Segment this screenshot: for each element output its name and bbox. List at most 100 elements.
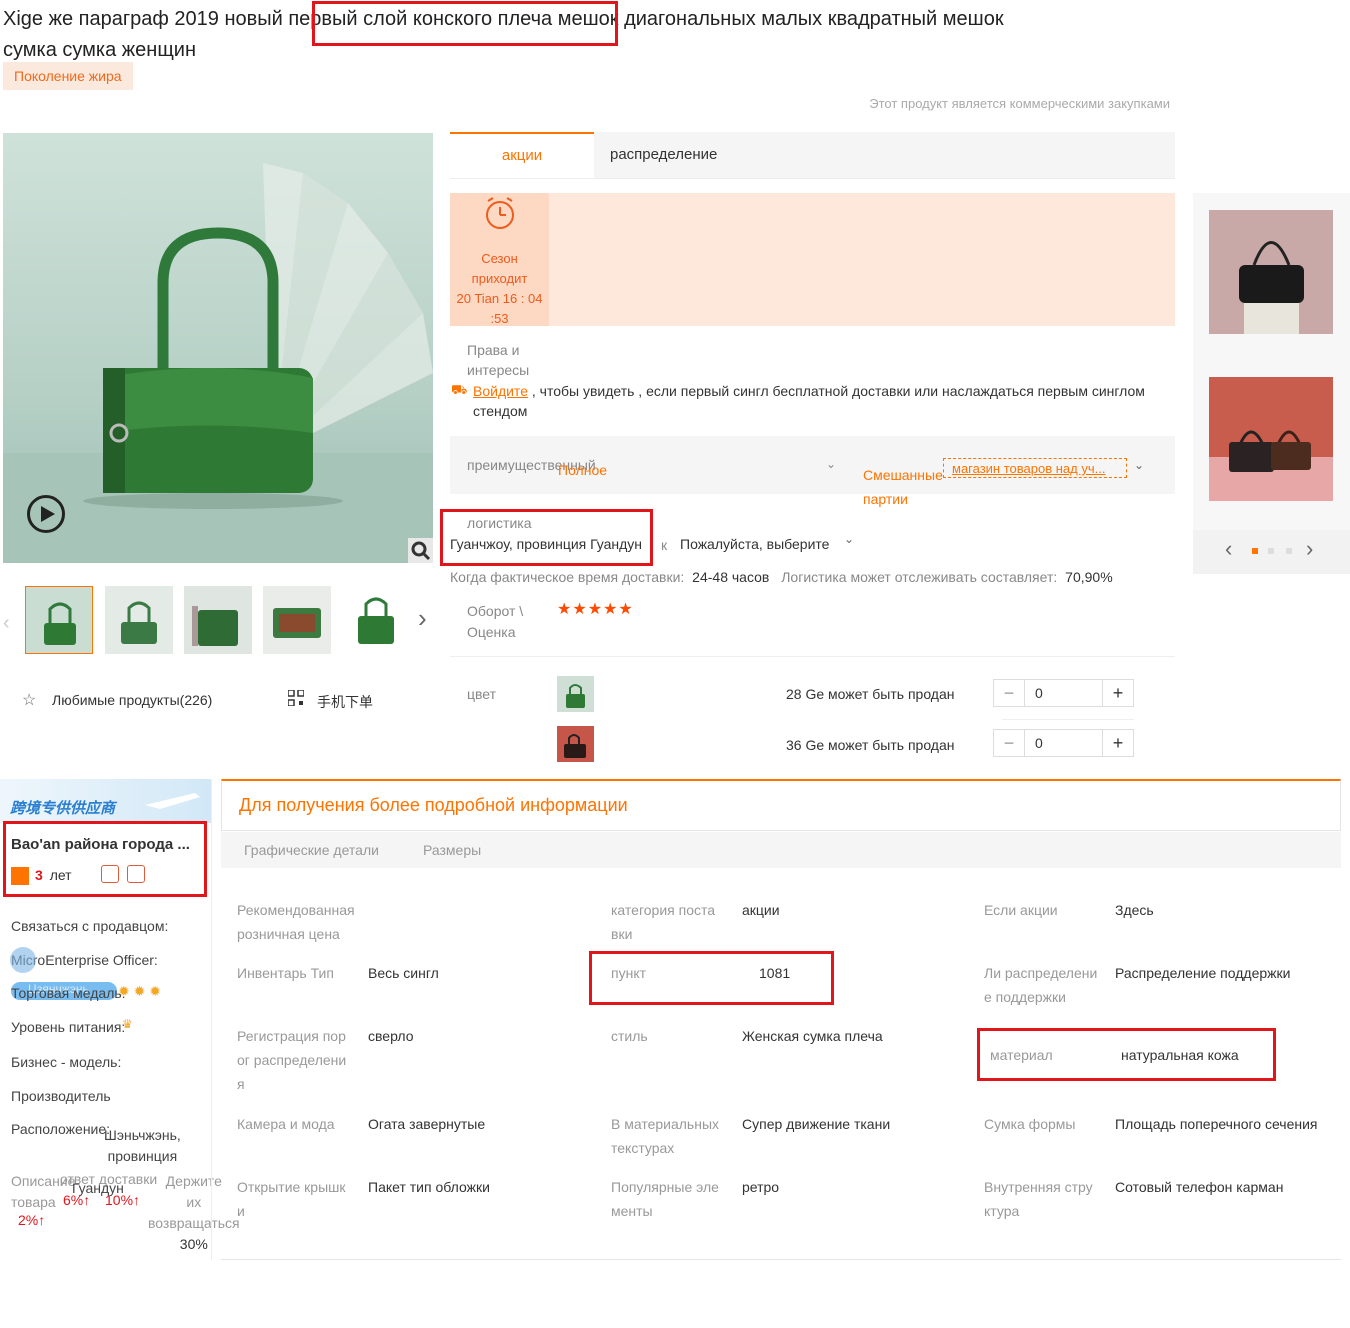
attr-label-popular-elements: Популярные эле менты — [611, 1179, 719, 1219]
mixed-batches-1: Смешанные — [863, 467, 943, 483]
subtab-sizes[interactable]: Размеры — [423, 842, 481, 858]
quantity-input-brown[interactable]: 0 — [1024, 730, 1103, 756]
rights-label-2: интересы — [467, 362, 530, 378]
pager-dot[interactable] — [1286, 548, 1292, 554]
rating-label: Оборот \ Оценка — [467, 601, 523, 643]
logistics-to-word: к — [661, 537, 668, 553]
attr-label-inventory-type: Инвентарь Тип — [237, 965, 334, 981]
location-value: Шэньчжэнь, провинция — [104, 1125, 181, 1167]
business-model-value: Производитель — [11, 1088, 111, 1104]
thumbnail-4[interactable] — [263, 586, 331, 654]
promo-banner: Сезон приходит 20 Tian 16 : 04 :53 — [450, 193, 1175, 326]
thumbnail-3[interactable] — [184, 586, 252, 654]
plus-icon[interactable]: + — [1103, 680, 1133, 706]
rights-label-1: Права и — [467, 342, 520, 358]
mixed-batches-2: партии — [863, 491, 908, 507]
ship2-stat-value: 10%↑ — [105, 1192, 141, 1208]
stock-brown: 36 Ge может быть продан — [786, 737, 955, 753]
favorites-link[interactable]: Любимые продукты(226) — [52, 692, 212, 708]
pager-next-icon[interactable]: › — [1306, 536, 1313, 562]
seller-banner: 跨境专供供应商 — [0, 779, 211, 823]
attr-label-registration: Регистрация пор ог распределени я — [237, 1028, 347, 1092]
play-video-icon[interactable] — [27, 495, 65, 533]
delivery-info: Когда фактическое время доставки: 24-48 … — [450, 569, 1113, 585]
highlight-box-item — [589, 951, 834, 1005]
desc-stat-value: 2%↑ — [18, 1212, 46, 1228]
details-heading: Для получения более подробной информации — [239, 795, 628, 815]
attr-value-if-promo: Здесь — [1115, 902, 1154, 918]
destination-chevron-down-icon[interactable]: ⌄ — [844, 532, 854, 546]
power-level-label: Уровень питания: — [11, 1019, 126, 1035]
promo-line-1: Сезон — [481, 251, 518, 266]
store-select[interactable]: магазин товаров над уч... — [943, 458, 1127, 478]
offer-tabs: акции распределение — [450, 132, 1175, 179]
attr-value-inventory-type: Весь сингл — [368, 965, 439, 981]
quantity-input-green[interactable]: 0 — [1024, 680, 1103, 706]
related-image-1[interactable] — [1209, 210, 1333, 334]
color-swatch-green[interactable] — [557, 676, 594, 712]
quantity-stepper-brown[interactable]: − 0 + — [993, 729, 1134, 757]
zoom-search-icon[interactable] — [408, 538, 433, 563]
subtab-graphic-details[interactable]: Графические детали — [244, 842, 379, 858]
tab-distribution[interactable]: распределение — [610, 132, 717, 178]
tracking-label: Логистика может отслеживать составляет: — [781, 569, 1058, 585]
location-value-1: Шэньчжэнь, — [104, 1127, 181, 1143]
rating-stars: ★★★★★ — [557, 601, 634, 618]
rights-text: Войдите , чтобы увидеть , если первый си… — [473, 381, 1173, 421]
highlight-box-material — [977, 1028, 1276, 1081]
thumb-prev-icon[interactable]: ‹ — [3, 612, 10, 635]
delivery-value: 24-48 часов — [692, 569, 770, 585]
business-model-label: Бизнес - модель: — [11, 1054, 122, 1070]
color-swatch-brown[interactable] — [557, 726, 594, 762]
attr-label-distribution-support: Ли распределени е поддержки — [984, 965, 1098, 1005]
quantity-stepper-green[interactable]: − 0 + — [993, 679, 1134, 707]
tab-promotions[interactable]: акции — [450, 132, 594, 178]
highlight-box-seller — [3, 821, 207, 897]
seller-panel: 跨境专供供应商 Bao'an района города ... 3 лет С… — [0, 779, 240, 1259]
highlight-box-title — [312, 1, 618, 46]
attr-value-registration: сверло — [368, 1028, 414, 1044]
chevron-down-icon[interactable]: ⌄ — [826, 457, 836, 471]
main-product-image[interactable] — [3, 133, 433, 563]
related-image-2[interactable] — [1209, 377, 1333, 501]
crown-icon: ♛ — [122, 1017, 133, 1031]
thumbnail-1[interactable] — [25, 586, 93, 654]
divider — [1002, 719, 1134, 720]
title-part-1: Xige же параграф 2019 новый — [3, 8, 289, 30]
details-subtabs: Графические детали Размеры — [221, 832, 1341, 868]
commercial-note: Этот продукт является коммерческими заку… — [869, 96, 1170, 111]
pager-dot-active[interactable] — [1252, 548, 1258, 554]
attr-value-camera-fashion: Огата завернутые — [368, 1116, 486, 1132]
store-chevron-down-icon[interactable]: ⌄ — [1134, 458, 1144, 472]
attr-value-inner-structure: Сотовый телефон карман — [1115, 1179, 1284, 1195]
trade-medal-label: Торговая медаль: — [11, 985, 126, 1001]
title-part-3: мешок диагональных малых квадратный мешо… — [552, 8, 1004, 30]
minus-icon[interactable]: − — [994, 680, 1024, 706]
related-pager: ‹ › — [1193, 530, 1350, 574]
green-bag-illustration — [3, 163, 433, 563]
thumbnail-5[interactable] — [342, 586, 410, 654]
attr-label-category: категория поста вки — [611, 902, 716, 942]
star-outline-icon[interactable]: ☆ — [22, 690, 36, 710]
attr-value-texture: Супер движение ткани — [742, 1116, 891, 1132]
pager-prev-icon[interactable]: ‹ — [1225, 536, 1232, 562]
pager-dot[interactable] — [1268, 548, 1274, 554]
plus-icon[interactable]: + — [1103, 730, 1133, 756]
return-stat-label: Держите их возвращаться 30% — [148, 1171, 240, 1255]
attr-label-if-promo: Если акции — [984, 902, 1058, 918]
return-label-3: возвращаться — [148, 1215, 240, 1231]
attr-label-texture: В материальных текстурах — [611, 1116, 720, 1156]
location-label: Расположение: — [11, 1121, 111, 1137]
medal-icons: ✹ ✹ ✹ — [118, 983, 161, 999]
seller-divider — [211, 780, 212, 1260]
mobile-order-link[interactable]: 手机下单 — [317, 692, 373, 712]
truck-icon: ⛟ — [451, 382, 468, 397]
minus-icon[interactable]: − — [994, 730, 1024, 756]
rating-label-2: Оценка — [467, 624, 516, 640]
product-tag[interactable]: Поколение жира — [3, 62, 133, 90]
login-link[interactable]: Войдите — [473, 383, 528, 399]
contact-seller[interactable]: Связаться с продавцом: — [11, 918, 168, 934]
thumbnail-2[interactable] — [105, 586, 173, 654]
destination-select[interactable]: Пожалуйста, выберите — [680, 536, 829, 552]
thumb-next-icon[interactable]: › — [418, 603, 427, 634]
